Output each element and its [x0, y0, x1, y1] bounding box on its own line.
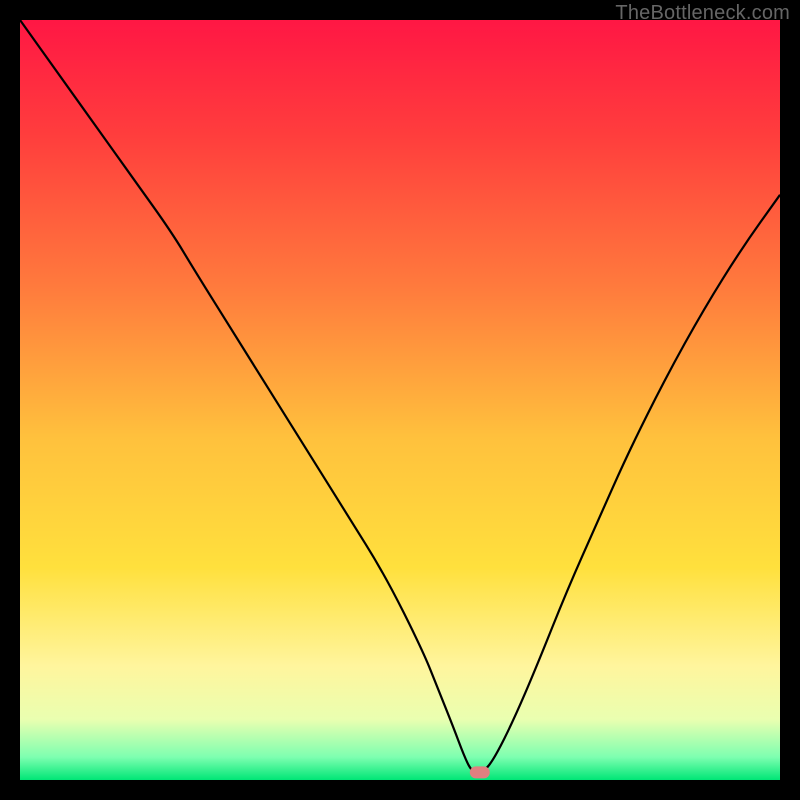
watermark-text: TheBottleneck.com [615, 2, 790, 25]
chart-svg [20, 20, 780, 780]
optimum-marker [470, 766, 490, 778]
gradient-background [20, 20, 780, 780]
chart-area [20, 20, 780, 780]
